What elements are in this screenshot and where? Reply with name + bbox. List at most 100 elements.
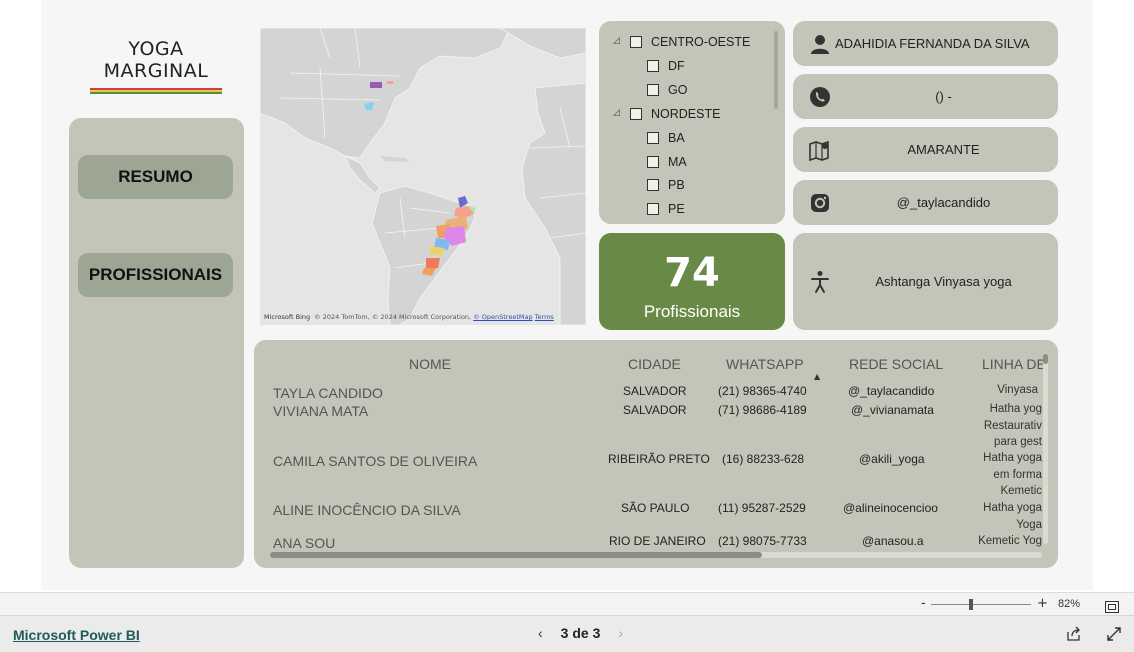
col-header-rede-social[interactable]: REDE SOCIAL xyxy=(849,356,943,372)
page-navigator: ‹ 3 de 3 › xyxy=(538,625,623,641)
checkbox[interactable] xyxy=(630,108,642,120)
logo-line-2: MARGINAL xyxy=(103,60,209,82)
linha-text: para gest xyxy=(994,436,1042,448)
scrollbar-thumb[interactable] xyxy=(1043,354,1048,364)
share-icon[interactable] xyxy=(1066,626,1082,646)
table-cell-rede: @_vivianamata xyxy=(851,403,934,417)
slicer-item-df[interactable]: DF xyxy=(647,59,685,73)
fullscreen-icon[interactable] xyxy=(1106,626,1122,646)
footer-bar: Microsoft Power BI ‹ 3 de 3 › xyxy=(0,615,1134,652)
name-card: ADAHIDIA FERNANDA DA SILVA xyxy=(793,21,1058,66)
checkbox[interactable] xyxy=(647,84,659,96)
table-cell-cidade: SÃO PAULO xyxy=(621,501,690,515)
checkbox[interactable] xyxy=(647,179,659,191)
city-name: AMARANTE xyxy=(907,142,980,157)
table-cell-whatsapp: (16) 88233-628 xyxy=(722,452,805,466)
collapse-icon[interactable]: ◿ xyxy=(613,108,620,118)
slicer-item-label: DF xyxy=(668,59,685,73)
table-cell-whatsapp: (11) 95287-2529 xyxy=(718,501,806,515)
table-cell-cidade: RIBEIRÃO PRETO xyxy=(608,452,710,466)
power-bi-link[interactable]: Microsoft Power BI xyxy=(13,627,140,643)
linha-text: Kemetic xyxy=(1000,485,1042,497)
linha-text: Hatha yog xyxy=(989,403,1042,415)
map-terms-link[interactable]: Terms xyxy=(535,313,554,321)
table-cell-cidade: SALVADOR xyxy=(623,403,687,417)
chevron-left-icon[interactable]: ‹ xyxy=(538,625,543,641)
table-cell-linha: Hatha yog Restaurativ para gest xyxy=(984,401,1042,451)
table-cell-rede: @_taylacandido xyxy=(848,384,935,398)
slicer-item-ba[interactable]: BA xyxy=(647,131,685,145)
col-header-whatsapp[interactable]: WHATSAPP xyxy=(726,356,804,372)
table-cell-linha: Vinyasa xyxy=(997,382,1038,399)
yoga-style: Ashtanga Vinyasa yoga xyxy=(875,274,1012,289)
zoom-slider-track[interactable] xyxy=(931,604,1031,605)
map-pin-icon xyxy=(808,138,832,162)
yoga-marginal-logo: YOGA MARGINAL xyxy=(90,38,222,94)
linha-text: Kemetic Yog xyxy=(978,535,1042,547)
slicer-item-centro-oeste[interactable]: CENTRO-OESTE xyxy=(630,35,750,49)
table-cell-nome: ALINE INOCÊNCIO DA SILVA xyxy=(273,502,461,518)
checkbox[interactable] xyxy=(647,203,659,215)
linha-text: Yoga xyxy=(1016,518,1042,531)
slicer-item-ma[interactable]: MA xyxy=(647,155,687,169)
table-cell-rede: @anasou.a xyxy=(862,534,924,548)
zoom-slider-handle[interactable] xyxy=(969,599,973,610)
checkbox[interactable] xyxy=(647,156,659,168)
page-indicator: 3 de 3 xyxy=(560,625,601,641)
logo-line-1: YOGA xyxy=(128,38,184,60)
checkbox[interactable] xyxy=(630,36,642,48)
resumo-button[interactable]: RESUMO xyxy=(78,155,233,199)
yoga-pose-icon xyxy=(808,270,832,294)
table-cell-nome: VIVIANA MATA xyxy=(273,403,369,419)
profissionais-button[interactable]: PROFISSIONAIS xyxy=(78,253,233,297)
table-cell-whatsapp: (21) 98365-4740 xyxy=(718,384,807,398)
kpi-card: 74 Profissionais xyxy=(599,233,785,330)
slicer-item-pe[interactable]: PE xyxy=(647,202,685,216)
yoga-style-card: Ashtanga Vinyasa yoga xyxy=(793,233,1058,330)
slicer-item-label: PB xyxy=(668,178,685,192)
map-graphic xyxy=(260,28,586,325)
linha-text: Vinyasa xyxy=(997,384,1038,396)
map-visual[interactable]: Microsoft Bing © 2024 TomTom, © 2024 Micr… xyxy=(260,28,586,325)
zoom-in-button[interactable]: + xyxy=(1037,596,1048,611)
table-cell-linha: Hatha yoga Yoga xyxy=(983,500,1042,533)
sort-asc-icon[interactable]: ▲ xyxy=(814,372,820,381)
slicer-item-label: GO xyxy=(668,83,688,97)
kpi-label: Profissionais xyxy=(643,302,741,321)
checkbox[interactable] xyxy=(647,60,659,72)
col-header-nome[interactable]: NOME xyxy=(409,356,451,372)
linha-text: em forma xyxy=(993,468,1042,481)
table-cell-rede: @alineinocencioo xyxy=(843,501,938,515)
openstreetmap-link[interactable]: © OpenStreetMap xyxy=(473,313,532,321)
table-cell-cidade: RIO DE JANEIRO xyxy=(609,534,706,548)
slicer-item-label: NORDESTE xyxy=(651,107,721,121)
kpi-value: 74 xyxy=(664,250,720,296)
collapse-icon[interactable]: ◿ xyxy=(613,36,620,46)
slicer-item-nordeste[interactable]: NORDESTE xyxy=(630,107,720,121)
checkbox[interactable] xyxy=(647,132,659,144)
logo-stripe xyxy=(90,88,222,94)
whatsapp-icon xyxy=(808,85,832,109)
whatsapp-number: () - xyxy=(935,89,952,104)
table-cell-linha: Hatha yoga em forma Kemetic xyxy=(983,450,1042,500)
bing-logo: Microsoft Bing xyxy=(264,313,311,321)
region-slicer[interactable]: ◿ CENTRO-OESTE DF GO ◿ NORDESTE BA MA PB… xyxy=(599,21,785,224)
instagram-card: @_taylacandido xyxy=(793,180,1058,225)
table-cell-rede: @akili_yoga xyxy=(859,452,925,466)
zoom-bar: - + 82% xyxy=(0,592,1134,615)
linha-text: Hatha yoga xyxy=(983,452,1042,464)
col-header-cidade[interactable]: CIDADE xyxy=(628,356,681,372)
table-vertical-scrollbar[interactable] xyxy=(1043,354,1048,544)
slicer-item-label: BA xyxy=(668,131,685,145)
table-horizontal-scrollbar[interactable] xyxy=(270,552,1042,558)
slicer-item-pb[interactable]: PB xyxy=(647,178,685,192)
slicer-scrollbar[interactable] xyxy=(774,31,778,109)
slicer-item-go[interactable]: GO xyxy=(647,83,687,97)
professional-name: ADAHIDIA FERNANDA DA SILVA xyxy=(835,36,1030,51)
col-header-linha[interactable]: LINHA DE xyxy=(982,356,1046,372)
zoom-out-button[interactable]: - xyxy=(921,596,926,611)
chevron-right-icon[interactable]: › xyxy=(618,625,623,641)
scrollbar-thumb[interactable] xyxy=(270,552,762,558)
table-cell-whatsapp: (71) 98686-4189 xyxy=(718,403,807,417)
professionals-table[interactable]: NOME CIDADE WHATSAPP REDE SOCIAL LINHA D… xyxy=(254,340,1058,568)
